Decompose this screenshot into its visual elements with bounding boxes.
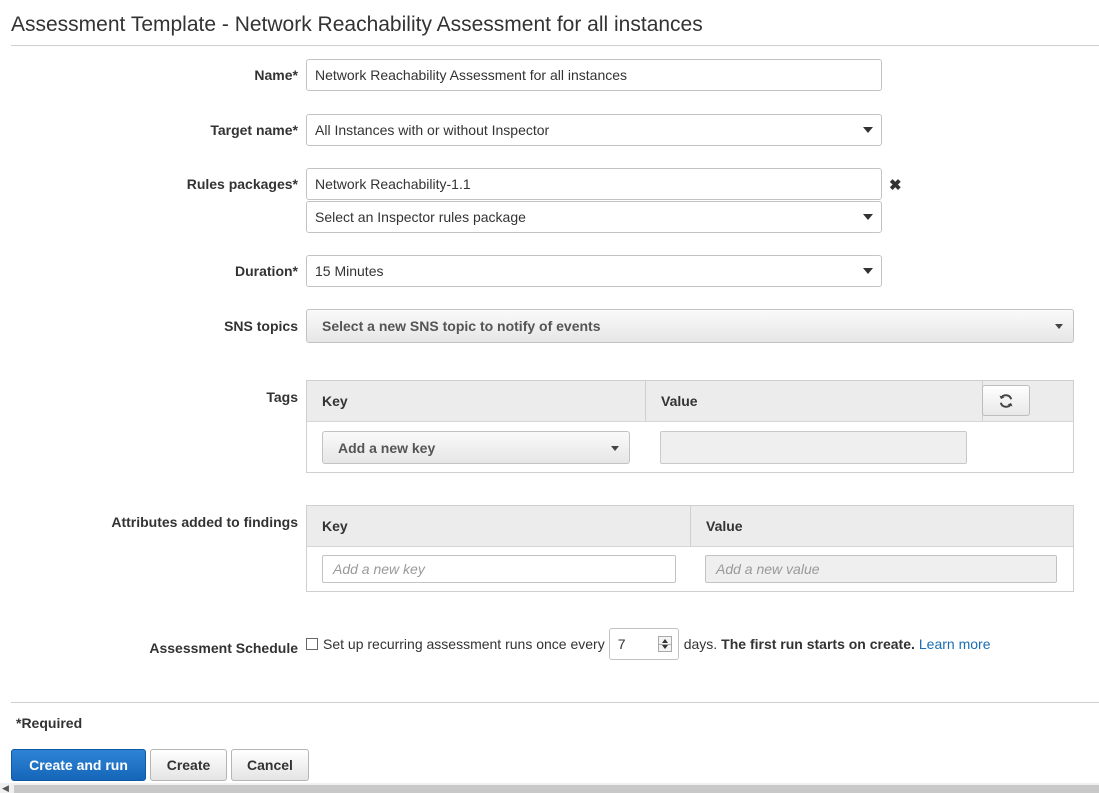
- title-divider: [11, 45, 1099, 46]
- attribute-key-placeholder: Add a new key: [333, 561, 425, 577]
- tags-add-key-select[interactable]: Add a new key: [322, 431, 630, 464]
- tags-value-input: [660, 431, 967, 464]
- attribute-value-placeholder: Add a new value: [716, 561, 820, 577]
- caret-down-icon: [611, 445, 619, 451]
- rules-package-select[interactable]: Select an Inspector rules package: [306, 201, 882, 233]
- cancel-button[interactable]: Cancel: [231, 749, 309, 781]
- attributes-table-header: Key Value: [307, 506, 1073, 547]
- duration-select[interactable]: 15 Minutes: [306, 255, 882, 287]
- refresh-icon: [999, 393, 1013, 408]
- spin-up-icon[interactable]: [661, 639, 668, 643]
- target-name-select[interactable]: All Instances with or without Inspector: [306, 114, 882, 146]
- caret-down-icon: [863, 214, 873, 220]
- spinner-icon[interactable]: [657, 636, 672, 652]
- refresh-button[interactable]: [982, 385, 1030, 416]
- assessment-schedule-label: Assessment Schedule: [149, 640, 298, 656]
- tags-key-header: Key: [322, 393, 348, 409]
- name-input[interactable]: Network Reachability Assessment for all …: [306, 59, 882, 91]
- attributes-key-header: Key: [322, 518, 348, 534]
- sns-topic-placeholder: Select a new SNS topic to notify of even…: [322, 318, 601, 334]
- required-note: *Required: [16, 715, 83, 731]
- recurring-checkbox-label: Set up recurring assessment runs once ev…: [323, 636, 605, 652]
- rules-package-selected: Network Reachability-1.1: [306, 168, 882, 200]
- recurring-checkbox[interactable]: [306, 638, 318, 650]
- interval-stepper[interactable]: 7: [608, 628, 679, 660]
- scrollbar-thumb[interactable]: [14, 785, 1099, 793]
- footer-divider: [11, 702, 1099, 703]
- tags-table-header: Key Value: [307, 381, 1073, 422]
- create-button[interactable]: Create: [150, 749, 227, 781]
- attributes-table: Key Value Add a new key Add a new value: [306, 505, 1074, 592]
- attribute-value-input: Add a new value: [705, 555, 1057, 583]
- tags-label: Tags: [266, 389, 298, 405]
- rules-packages-label: Rules packages*: [186, 176, 298, 192]
- caret-down-icon: [863, 127, 873, 133]
- name-input-value: Network Reachability Assessment for all …: [315, 67, 628, 83]
- interval-value: 7: [617, 636, 626, 652]
- sns-topics-label: SNS topics: [224, 318, 298, 334]
- caret-down-icon: [1055, 324, 1063, 329]
- scroll-left-icon[interactable]: ◀: [2, 783, 9, 793]
- name-label: Name*: [254, 67, 298, 83]
- page-title: Assessment Template - Network Reachabili…: [11, 13, 703, 36]
- first-run-note: The first run starts on create.: [721, 636, 915, 652]
- attributes-label: Attributes added to findings: [111, 514, 298, 530]
- rules-package-select-placeholder: Select an Inspector rules package: [315, 209, 526, 225]
- sns-topic-select[interactable]: Select a new SNS topic to notify of even…: [306, 309, 1074, 343]
- tags-table: Key Value Add a new key: [306, 380, 1074, 473]
- target-name-label: Target name*: [210, 122, 298, 138]
- target-name-value: All Instances with or without Inspector: [315, 122, 550, 138]
- tags-add-key-label: Add a new key: [338, 439, 436, 456]
- days-text: days.: [683, 636, 718, 652]
- duration-value: 15 Minutes: [315, 263, 384, 279]
- attributes-value-header: Value: [706, 518, 743, 534]
- assessment-schedule-row: Set up recurring assessment runs once ev…: [306, 628, 990, 660]
- caret-down-icon: [863, 268, 873, 274]
- duration-label: Duration*: [235, 263, 298, 279]
- create-and-run-button[interactable]: Create and run: [11, 749, 146, 781]
- spin-down-icon[interactable]: [661, 645, 668, 649]
- horizontal-scrollbar[interactable]: ◀: [0, 783, 1099, 793]
- tags-value-header: Value: [661, 393, 698, 409]
- learn-more-link[interactable]: Learn more: [919, 636, 991, 652]
- attribute-key-input[interactable]: Add a new key: [322, 555, 676, 583]
- remove-icon[interactable]: ✖: [889, 176, 902, 194]
- rules-package-selected-value: Network Reachability-1.1: [315, 176, 471, 192]
